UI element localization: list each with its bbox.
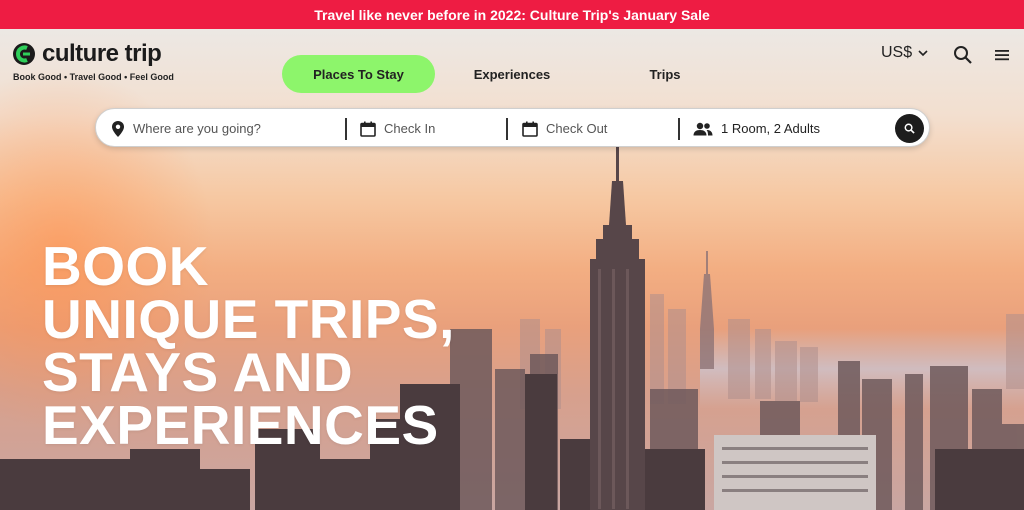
tab-trips[interactable]: Trips: [620, 55, 710, 93]
promo-text[interactable]: Travel like never before in 2022: Cultur…: [314, 7, 710, 23]
headline-line: BOOK: [42, 235, 209, 297]
tab-experiences[interactable]: Experiences: [447, 55, 577, 93]
culture-trip-logo-icon: [13, 43, 35, 65]
logo-text: culture trip: [42, 40, 162, 67]
search-submit-button[interactable]: [895, 114, 924, 143]
currency-selector[interactable]: US$: [881, 44, 928, 62]
destination-placeholder: Where are you going?: [133, 121, 261, 136]
tagline: Book Good • Travel Good • Feel Good: [13, 72, 174, 82]
location-pin-icon: [112, 120, 124, 137]
headline-line: STAYS AND: [42, 341, 354, 403]
headline-line: UNIQUE TRIPS,: [42, 288, 455, 350]
site-logo[interactable]: culture trip: [12, 40, 162, 68]
currency-label: US$: [881, 44, 913, 61]
promo-banner[interactable]: Travel like never before in 2022: Cultur…: [0, 0, 1024, 29]
destination-field[interactable]: Where are you going?: [111, 109, 341, 148]
check-in-placeholder: Check In: [384, 121, 436, 136]
check-out-field[interactable]: Check Out: [522, 109, 672, 148]
search-divider: [345, 118, 347, 140]
header-search-button[interactable]: [952, 44, 974, 66]
people-icon: [693, 122, 713, 135]
calendar-icon: [522, 121, 538, 137]
hamburger-menu-icon: [995, 50, 1009, 61]
headline-line: EXPERIENCES: [42, 394, 439, 456]
check-in-field[interactable]: Check In: [360, 109, 500, 148]
guests-value: 1 Room, 2 Adults: [721, 121, 820, 136]
search-icon: [904, 123, 915, 134]
booking-search-bar: Where are you going? Check In Check Out …: [95, 108, 930, 147]
search-divider: [506, 118, 508, 140]
check-out-placeholder: Check Out: [546, 121, 608, 136]
calendar-icon: [360, 121, 376, 137]
search-divider: [678, 118, 680, 140]
chevron-down-icon: [918, 50, 928, 57]
hero-headline: BOOK UNIQUE TRIPS, STAYS AND EXPERIENCES: [42, 235, 455, 456]
tab-places-to-stay[interactable]: Places To Stay: [282, 55, 435, 93]
guests-field[interactable]: 1 Room, 2 Adults: [693, 109, 883, 148]
search-icon: [954, 46, 972, 64]
menu-button[interactable]: [993, 46, 1011, 64]
